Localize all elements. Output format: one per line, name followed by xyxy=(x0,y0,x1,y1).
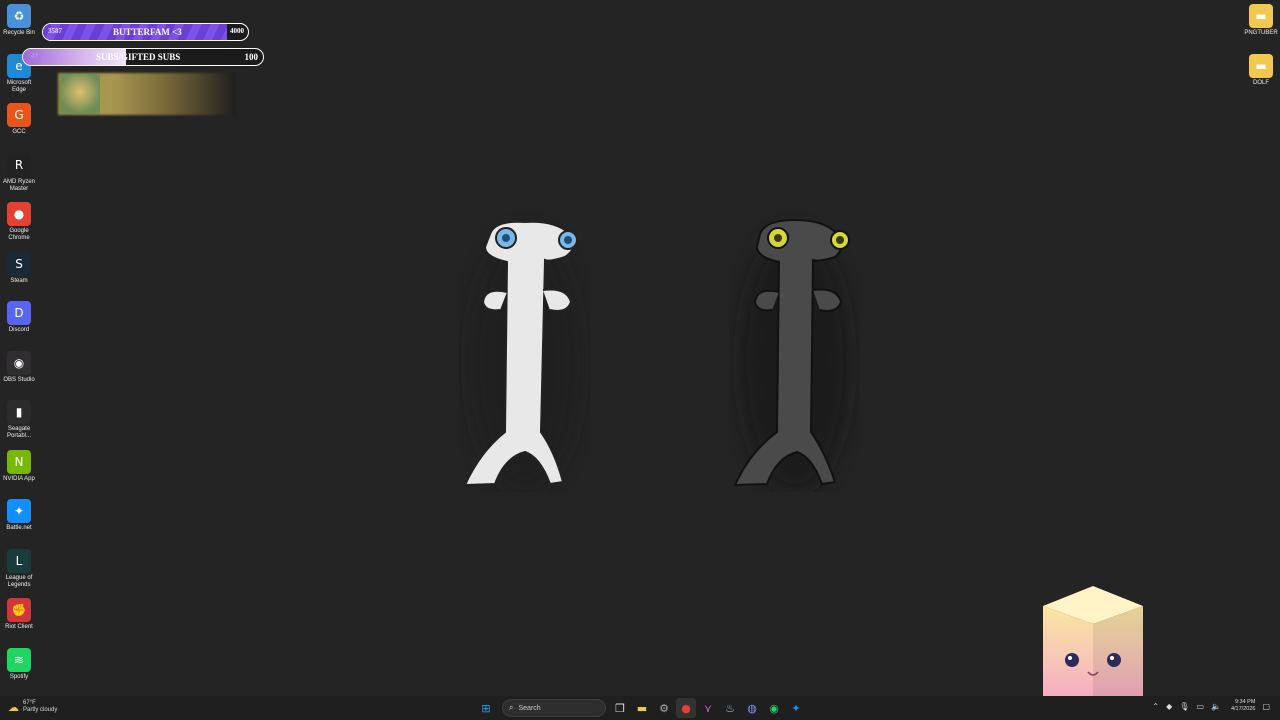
follower-goal-current: 3587 xyxy=(48,27,62,35)
steam-taskbar-icon[interactable]: ♨ xyxy=(720,698,740,718)
white-creature-figure xyxy=(463,220,580,492)
steam-icon: S xyxy=(7,251,31,276)
battlenet-icon: ✦ xyxy=(7,499,31,523)
desktop-icon-label: GCC xyxy=(12,129,26,135)
chevron-up-icon[interactable]: ⌃ xyxy=(1152,702,1159,711)
chrome-taskbar-icon[interactable]: ● xyxy=(676,698,696,718)
desktop-icon-recycle-bin[interactable]: ♻ Recycle Bin xyxy=(0,4,38,37)
search-icon: ⌕ xyxy=(509,703,514,712)
desktop-icon-google-chrome[interactable]: ● Google Chrome xyxy=(0,202,38,242)
desktop-icon-gcc[interactable]: G GCC xyxy=(0,103,38,136)
weather-temp: 67°F xyxy=(23,700,36,706)
task-view-icon[interactable]: ❐ xyxy=(610,698,630,718)
settings-app-icon[interactable]: ⚙ xyxy=(654,698,674,718)
riot-icon: ✊ xyxy=(7,598,31,622)
desktop-icon-steam[interactable]: S Steam xyxy=(0,251,38,285)
recycle-bin-icon: ♻ xyxy=(7,4,31,28)
folder-icon: ▬ xyxy=(1249,4,1273,28)
obs-icon: ◉ xyxy=(7,350,31,375)
desktop-icon-label: AMD Ryzen Master xyxy=(2,178,35,192)
clock[interactable]: 9:34 PM 4/17/2026 xyxy=(1231,699,1255,713)
desktop-icon-obs-studio[interactable]: ◉ OBS Studio xyxy=(0,350,38,384)
webcam-avatar xyxy=(60,74,100,114)
taskbar: ☁ 67°F Partly cloudy ⊞ ⌕ Search ❐ ▬ ⚙ ● … xyxy=(0,696,1280,720)
desktop-icon-seagate-portabl[interactable]: ▮ Seagate Portabl... xyxy=(0,400,38,440)
spotify-icon: ≋ xyxy=(7,647,31,672)
follower-goal-bar: 3587 BUTTERFAM <3 4000 xyxy=(42,23,249,41)
desktop-icon-label: PNGTUBER xyxy=(1244,30,1278,36)
league-icon: L xyxy=(7,548,31,573)
search-box[interactable]: ⌕ Search xyxy=(502,699,606,717)
subs-goal-title: SUBS/GIFTED SUBS xyxy=(96,52,181,62)
follower-goal-target: 4000 xyxy=(230,27,244,35)
network-icon[interactable]: ▭ xyxy=(1196,702,1204,711)
weather-icon: ☁ xyxy=(8,701,19,714)
seagate-icon: ▮ xyxy=(7,400,31,424)
desktop-icon-label: Seagate Portabl... xyxy=(6,426,31,439)
desktop-icon-league-of-legends[interactable]: L League of Legends xyxy=(0,548,38,589)
desktop-icon-label: OBS Studio xyxy=(3,376,35,383)
subs-goal-bar: 43 SUBS/GIFTED SUBS 100 xyxy=(22,48,264,66)
discord-taskbar-icon[interactable]: ◍ xyxy=(742,698,762,718)
subs-goal-target: 100 xyxy=(244,52,259,62)
desktop-icon-label: Steam xyxy=(10,277,28,284)
desktop-icon-amd-ryzen-master[interactable]: R AMD Ryzen Master xyxy=(0,152,38,193)
desktop-icon-label: DOLF xyxy=(1252,80,1269,86)
tray-app-icon[interactable]: ◆ xyxy=(1166,702,1172,711)
desktop-icon-riot-client[interactable]: ✊ Riot Client xyxy=(0,598,38,631)
notification-icon[interactable]: ▢ xyxy=(1262,702,1270,711)
desktop-icon-discord[interactable]: D Discord xyxy=(0,301,38,334)
desktop-icon-label: Riot Client xyxy=(5,624,33,630)
weather-desc: Partly cloudy xyxy=(23,707,58,713)
desktop-icon-label: Spotify xyxy=(9,673,29,680)
nvidia-icon: N xyxy=(7,449,31,474)
folder-icon: ▬ xyxy=(1249,54,1273,78)
spotify-taskbar-icon[interactable]: ◉ xyxy=(764,698,784,718)
desktop-icon-pngtuber[interactable]: ▬ PNGTUBER xyxy=(1242,4,1280,37)
desktop-icon-label: League of Legends xyxy=(5,574,33,588)
search-placeholder: Search xyxy=(518,704,541,712)
file-explorer-icon[interactable]: ▬ xyxy=(632,698,652,718)
desktop-icon-label: Recycle Bin xyxy=(3,30,35,36)
system-tray: ⌃ ◆ 🎙 ▭ 🔈 9:34 PM 4/17/2026 ▢ xyxy=(1145,699,1270,713)
weather-widget[interactable]: ☁ 67°F Partly cloudy xyxy=(8,700,57,714)
desktop-icon-spotify[interactable]: ≋ Spotify xyxy=(0,647,38,681)
ryzen-icon: R xyxy=(7,152,31,177)
desktop-icon-battle-net[interactable]: ✦ Battle.net xyxy=(0,499,38,532)
desktop-icon-label: NVIDIA App xyxy=(3,475,35,482)
dark-creature-figure xyxy=(733,218,850,492)
desktop-icon-label: Google Chrome xyxy=(8,228,30,241)
start-button[interactable]: ⊞ xyxy=(476,698,496,718)
mic-icon[interactable]: 🎙 xyxy=(1179,702,1189,711)
chrome-icon: ● xyxy=(7,202,31,226)
discord-icon: D xyxy=(7,301,31,325)
subs-goal-current: 43 xyxy=(31,52,38,60)
desktop-icon-nvidia-app[interactable]: N NVIDIA App xyxy=(0,449,38,483)
volume-icon[interactable]: 🔈 xyxy=(1211,702,1221,711)
desktop-icon-label: Battle.net xyxy=(6,525,32,531)
desktop-icon-label: Microsoft Edge xyxy=(6,79,32,93)
clock-time: 9:34 PM xyxy=(1234,699,1256,705)
vs-code-icon[interactable]: ⋎ xyxy=(698,698,718,718)
battlenet-taskbar-icon[interactable]: ✦ xyxy=(786,698,806,718)
gcc-icon: G xyxy=(7,103,31,127)
desktop-icon-label: Discord xyxy=(8,327,30,333)
desktop-icon-dolf[interactable]: ▬ DOLF xyxy=(1242,54,1280,87)
clock-date: 4/17/2026 xyxy=(1230,706,1256,712)
follower-goal-title: BUTTERFAM <3 xyxy=(113,27,182,37)
